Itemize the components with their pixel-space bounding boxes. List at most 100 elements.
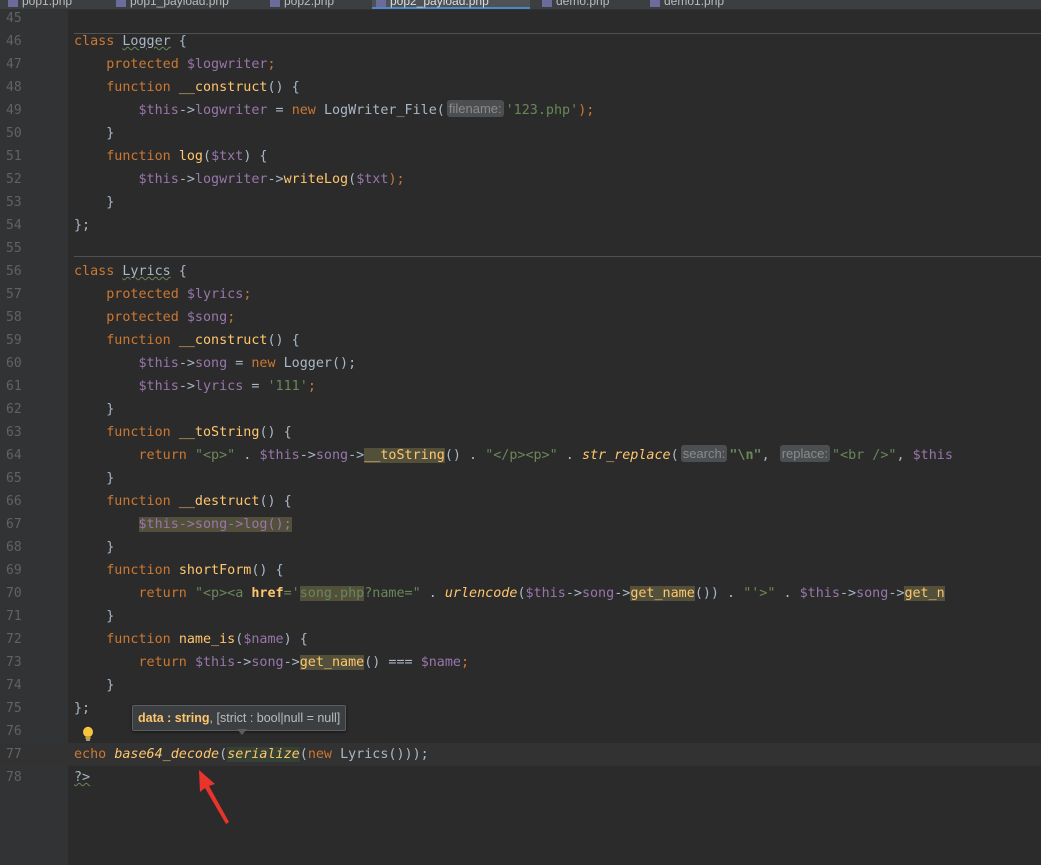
- code-line[interactable]: 52 $this->logwriter->writeLog($txt);: [0, 168, 1041, 191]
- line-number: 58: [6, 310, 22, 325]
- code-token: ,: [761, 448, 778, 463]
- code-token: };: [74, 701, 91, 716]
- code-token: ->: [178, 356, 195, 371]
- code-token: __toString: [364, 448, 445, 463]
- code-token: ->: [235, 655, 252, 670]
- code-line[interactable]: 71 }: [0, 605, 1041, 628]
- code-text: ?>: [74, 766, 90, 789]
- code-token: class: [74, 34, 123, 49]
- code-token: function: [106, 494, 179, 509]
- lightbulb-icon[interactable]: [82, 726, 94, 746]
- code-token: "<p><a: [194, 586, 252, 601]
- line-number: 62: [6, 402, 22, 417]
- code-line[interactable]: 54};: [0, 214, 1041, 237]
- tooltip-pointer: [237, 729, 247, 735]
- code-line[interactable]: 50 }: [0, 122, 1041, 145]
- code-line[interactable]: 61 $this->lyrics = '111';: [0, 375, 1041, 398]
- line-number: 66: [6, 494, 22, 509]
- php-file-icon: [8, 0, 18, 7]
- code-token: $name: [243, 632, 284, 647]
- code-line[interactable]: 63 function __toString() {: [0, 421, 1041, 444]
- code-token: urlencode: [444, 586, 518, 601]
- code-line[interactable]: 74 }: [0, 674, 1041, 697]
- code-token: }: [74, 126, 115, 141]
- code-token: ?name=": [364, 586, 421, 601]
- code-line[interactable]: 62 }: [0, 398, 1041, 421]
- code-line[interactable]: 70 return "<p><a href='song.php?name=" .…: [0, 582, 1041, 605]
- code-token: echo: [74, 747, 115, 762]
- code-token: return: [138, 655, 195, 670]
- code-token: str_replace: [581, 448, 671, 463]
- line-number: 61: [6, 379, 22, 394]
- code-token: ->: [565, 586, 582, 601]
- code-line[interactable]: 77 echo base64_decode(serialize(new Lyric…: [0, 743, 1041, 766]
- code-token: ->: [614, 586, 631, 601]
- code-token: }: [74, 402, 115, 417]
- code-token: logwriter: [194, 172, 268, 187]
- code-line[interactable]: 49 $this->logwriter = new LogWriter_File…: [0, 99, 1041, 122]
- code-token: ->: [888, 586, 905, 601]
- code-token: $this: [912, 448, 953, 463]
- code-token: get_name: [299, 655, 365, 670]
- code-token: log: [178, 149, 203, 164]
- code-line[interactable]: 64 return "<p>" . $this->song->__toStrin…: [0, 444, 1041, 467]
- code-token: () ===: [364, 655, 421, 670]
- code-token: (: [670, 448, 679, 463]
- code-line[interactable]: 69 function shortForm() {: [0, 559, 1041, 582]
- code-token: $txt: [211, 149, 244, 164]
- php-file-icon: [542, 0, 552, 7]
- code-text: protected $lyrics;: [74, 283, 251, 306]
- code-token: () {: [267, 80, 300, 95]
- code-text: }: [74, 674, 114, 697]
- code-line[interactable]: 47 protected $logwriter;: [0, 53, 1041, 76]
- code-token: ->: [178, 103, 195, 118]
- code-line[interactable]: 59 function __construct() {: [0, 329, 1041, 352]
- code-text: function shortForm() {: [74, 559, 283, 582]
- code-token: logwriter: [194, 103, 268, 118]
- code-token: song: [194, 356, 228, 371]
- code-token: __construct: [178, 333, 268, 348]
- code-token: $this: [525, 586, 566, 601]
- code-token: Lyrics()));: [340, 747, 429, 762]
- code-text: echo base64_decode(serialize(new Lyrics(…: [74, 743, 429, 766]
- code-line[interactable]: 58 protected $song;: [0, 306, 1041, 329]
- code-text: }: [74, 398, 114, 421]
- code-line[interactable]: 51 function log($txt) {: [0, 145, 1041, 168]
- code-line[interactable]: 65 }: [0, 467, 1041, 490]
- code-line[interactable]: 67 $this->song->log();: [0, 513, 1041, 536]
- code-line[interactable]: 60 $this->song = new Logger();: [0, 352, 1041, 375]
- code-line[interactable]: 73 return $this->song->get_name() === $n…: [0, 651, 1041, 674]
- code-token: (: [517, 586, 526, 601]
- method-separator: [74, 256, 1041, 257]
- code-text: }: [74, 191, 114, 214]
- php-file-icon: [270, 0, 280, 7]
- code-line[interactable]: 68 }: [0, 536, 1041, 559]
- code-line[interactable]: 78 ?>: [0, 766, 1041, 789]
- code-token: song: [581, 586, 615, 601]
- line-number: 70: [6, 586, 22, 601]
- code-token: base64_decode: [114, 747, 220, 762]
- code-text: protected $logwriter;: [74, 53, 275, 76]
- code-text: };: [74, 214, 90, 237]
- code-token: new: [251, 356, 284, 371]
- code-line[interactable]: 66 function __destruct() {: [0, 490, 1041, 513]
- line-number: 54: [6, 218, 22, 233]
- code-token: =: [267, 103, 292, 118]
- code-line[interactable]: 53 }: [0, 191, 1041, 214]
- code-text: return $this->song->get_name() === $name…: [74, 651, 469, 674]
- code-token: "<br />": [831, 448, 897, 463]
- code-line[interactable]: 45: [0, 7, 1041, 30]
- code-line[interactable]: 72 function name_is($name) {: [0, 628, 1041, 651]
- code-line[interactable]: 56 class Lyrics {: [0, 260, 1041, 283]
- code-token: }: [74, 609, 115, 624]
- code-token: .: [557, 448, 582, 463]
- code-token: "\n": [729, 448, 762, 463]
- code-text: $this->logwriter->writeLog($txt);: [74, 168, 405, 191]
- code-text: $this->song = new Logger();: [74, 352, 357, 375]
- line-number: 51: [6, 149, 22, 164]
- code-line[interactable]: 57 protected $lyrics;: [0, 283, 1041, 306]
- code-line[interactable]: 48 function __construct() {: [0, 76, 1041, 99]
